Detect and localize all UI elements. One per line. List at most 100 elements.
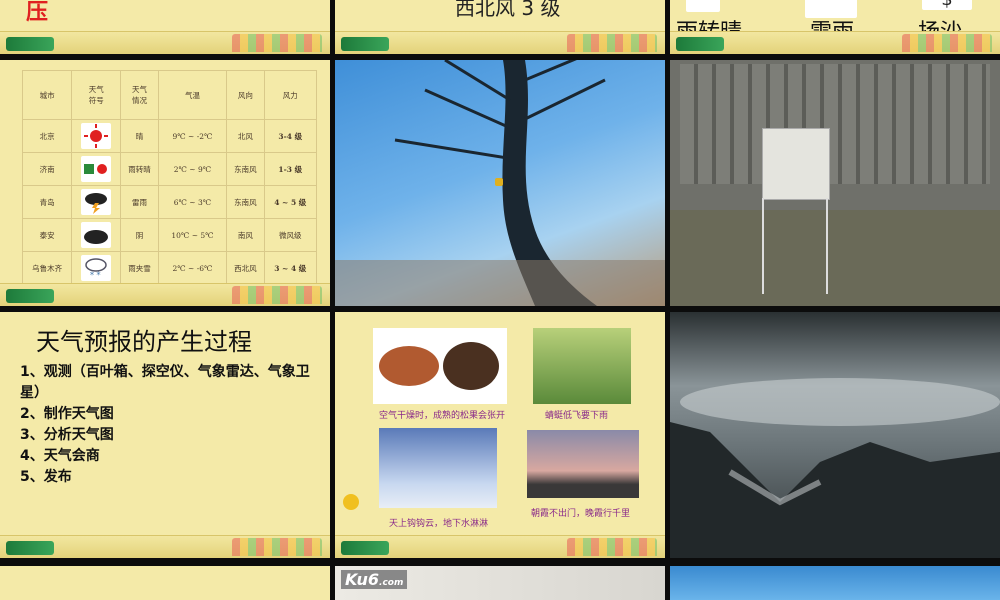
slide-footer xyxy=(0,31,330,54)
edudown-logo xyxy=(341,541,389,555)
grass-photo xyxy=(533,328,631,404)
cell-wind-force: 4 ~ 5 级 xyxy=(263,185,317,219)
cell-city: 泰安 xyxy=(21,218,73,252)
process-item: 1、观测（百叶箱、探空仪、气象雷达、气象卫星） xyxy=(20,364,310,401)
footer-decoration xyxy=(232,538,322,556)
cell-temperature: 6℃ ~ 3℃ xyxy=(157,185,228,219)
rain-to-sunny-symbol-icon xyxy=(686,0,720,12)
col-wind-force: 风力 xyxy=(263,70,317,120)
process-list: 1、观测（百叶箱、探空仪、气象雷达、气象卫星） 2、制作天气图 3、分析天气图 … xyxy=(20,362,320,488)
col-wind-direction: 风向 xyxy=(226,70,265,120)
cell-wind-force: 3 ~ 4 级 xyxy=(263,251,317,285)
slide-thumbnail-12[interactable] xyxy=(670,566,1000,600)
slide-thumbnail-4[interactable]: 城市 天气 符号 天气 情况 气温 风向 风力 北京 晴 9℃ ~ -2℃ 北风… xyxy=(0,60,330,306)
slide-thumbnail-5[interactable] xyxy=(335,60,665,306)
weather-forecast-table: 城市 天气 符号 天气 情况 气温 风向 风力 北京 晴 9℃ ~ -2℃ 北风… xyxy=(21,70,317,285)
process-item: 5、发布 xyxy=(20,469,72,485)
cell-condition: 晴 xyxy=(120,119,159,153)
cell-wind-direction: 南风 xyxy=(226,218,265,252)
table-row: 济南 雨转晴 2℃ ~ 9℃ 东南风 1-3 级 xyxy=(21,152,317,186)
slide-thumbnail-1[interactable]: 压 风力 xyxy=(0,0,330,54)
cell-wind-force: 微风级 xyxy=(263,218,317,252)
col-temperature: 气温 xyxy=(157,70,228,120)
stevenson-screen-photo xyxy=(762,128,830,200)
table-row: 北京 晴 9℃ ~ -2℃ 北风 3-4 级 xyxy=(21,119,317,153)
slide-thumbnail-6[interactable] xyxy=(670,60,1000,306)
sayings-caption: 空气干燥时，成熟的松果会张开 xyxy=(379,411,506,421)
cell-symbol xyxy=(71,185,122,219)
apartment-building-photo xyxy=(680,64,990,184)
cell-symbol xyxy=(71,218,122,252)
edudown-logo xyxy=(341,37,389,51)
footer-decoration xyxy=(567,34,657,52)
edudown-logo xyxy=(676,37,724,51)
cell-symbol xyxy=(71,152,122,186)
slide1-line1: 压 xyxy=(26,0,49,25)
slide-thumbnail-2[interactable]: 西北风 3 级 xyxy=(335,0,665,54)
footer-decoration xyxy=(232,286,322,304)
rain-to-sunny-icon xyxy=(81,156,112,182)
mountain-clouds-photo xyxy=(670,378,1000,558)
footer-decoration xyxy=(232,34,322,52)
sayings-caption: 蜻蜓低飞要下雨 xyxy=(545,411,609,421)
slide-footer xyxy=(335,535,665,558)
pinecone-photo xyxy=(373,328,507,404)
edudown-logo xyxy=(6,37,54,51)
cell-temperature: 2℃ ~ -6℃ xyxy=(157,251,228,285)
slide-thumbnail-10[interactable] xyxy=(0,566,330,600)
sunny-icon xyxy=(81,123,112,149)
stevenson-screen-legs xyxy=(762,198,828,294)
slide-thumbnail-3[interactable]: $ 雨转晴 雷雨 扬沙 xyxy=(670,0,1000,54)
speaker-icon[interactable] xyxy=(495,178,503,186)
cell-symbol: * * xyxy=(71,251,122,285)
cell-condition: 雨转晴 xyxy=(120,152,159,186)
table-row: 泰安 阴 10℃ ~ 5℃ 南风 微风级 xyxy=(21,218,317,252)
cell-condition: 雷雨 xyxy=(120,185,159,219)
sandstorm-symbol-icon: $ xyxy=(922,0,972,10)
cell-symbol xyxy=(71,119,122,153)
table-row: 青岛 雷雨 6℃ ~ 3℃ 东南风 4 ~ 5 级 xyxy=(21,185,317,219)
hook-clouds-photo xyxy=(379,428,497,508)
ku6-logo-text: Ku6 xyxy=(345,570,380,589)
cell-wind-direction: 东南风 xyxy=(226,185,265,219)
cell-condition: 阴 xyxy=(120,218,159,252)
slide-thumbnail-8[interactable]: 空气干燥时，成熟的松果会张开 蜻蜓低飞要下雨 天上钩钩云，地下水淋淋 朝霞不出门… xyxy=(335,312,665,558)
slide-thumbnail-9[interactable] xyxy=(670,312,1000,558)
cell-city: 济南 xyxy=(21,152,73,186)
edudown-logo xyxy=(6,289,54,303)
slide-footer xyxy=(0,535,330,558)
cell-city: 青岛 xyxy=(21,185,73,219)
slide-thumbnail-7[interactable]: 天气预报的产生过程 1、观测（百叶箱、探空仪、气象雷达、气象卫星） 2、制作天气… xyxy=(0,312,330,558)
process-item: 4、天气会商 xyxy=(20,448,100,464)
sayings-caption: 朝霞不出门，晚霞行千里 xyxy=(531,509,631,519)
cell-temperature: 2℃ ~ 9℃ xyxy=(157,152,228,186)
sayings-caption: 天上钩钩云，地下水淋淋 xyxy=(389,519,489,529)
sleet-icon: * * xyxy=(81,255,112,281)
morning-glow-photo xyxy=(527,430,639,498)
cell-city: 北京 xyxy=(21,119,73,153)
col-city: 城市 xyxy=(21,70,73,120)
table-row: 乌鲁木齐 * * 雨夹雪 2℃ ~ -6℃ 西北风 3 ~ 4 级 xyxy=(21,251,317,285)
svg-text:* *: * * xyxy=(90,271,101,280)
cell-temperature: 10℃ ~ 5℃ xyxy=(157,218,228,252)
process-item: 3、分析天气图 xyxy=(20,427,114,443)
slide-footer xyxy=(335,31,665,54)
overcast-icon xyxy=(81,222,112,248)
cell-wind-direction: 西北风 xyxy=(226,251,265,285)
slide-footer xyxy=(670,31,1000,54)
footer-decoration xyxy=(902,34,992,52)
process-title: 天气预报的产生过程 xyxy=(36,328,252,356)
table-header-row: 城市 天气 符号 天气 情况 气温 风向 风力 xyxy=(21,70,317,120)
slide-thumbnail-11[interactable]: Ku6.com xyxy=(335,566,665,600)
slide2-heading: 西北风 3 级 xyxy=(455,0,561,20)
cell-wind-direction: 东南风 xyxy=(226,152,265,186)
thunderstorm-icon xyxy=(81,189,112,215)
col-condition: 天气 情况 xyxy=(120,70,159,120)
cell-wind-direction: 北风 xyxy=(226,119,265,153)
col-symbol: 天气 符号 xyxy=(71,70,122,120)
edudown-logo xyxy=(6,541,54,555)
cell-wind-force: 3-4 级 xyxy=(263,119,317,153)
cell-condition: 雨夹雪 xyxy=(120,251,159,285)
ku6-logo: Ku6.com xyxy=(341,570,408,589)
lawn-ground xyxy=(670,210,1000,306)
